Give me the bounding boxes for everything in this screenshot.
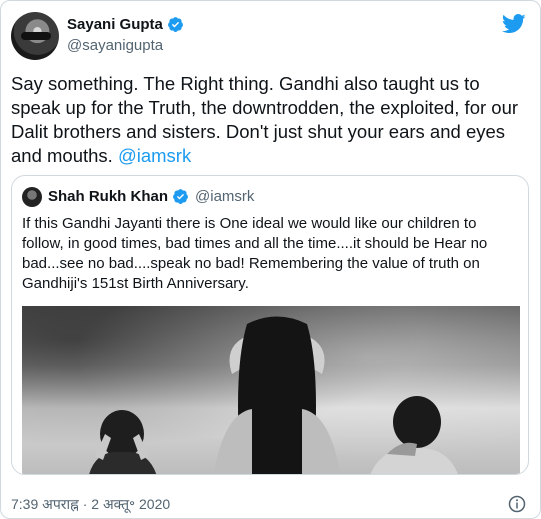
info-icon[interactable]: [508, 495, 526, 513]
girl-covering-eyes-figure: [213, 316, 341, 474]
tweet-text: Say something. The Right thing. Gandhi a…: [11, 72, 531, 168]
tweet-timestamp[interactable]: 7:39 अपराह्न · 2 अक्तू॰ 2020: [11, 495, 170, 514]
quoted-author-row: Shah Rukh Khan @iamsrk: [48, 188, 254, 205]
mention-link[interactable]: @iamsrk: [118, 145, 191, 166]
tweet-body: Say something. The Right thing. Gandhi a…: [11, 73, 519, 166]
child-covering-ears-figure: [89, 410, 157, 474]
verified-badge-icon: [167, 17, 183, 32]
quoted-author-avatar[interactable]: [22, 187, 42, 207]
verified-badge-icon: [173, 189, 188, 204]
tweet-card: Sayani Gupta @sayanigupta Say something.…: [0, 0, 541, 519]
quoted-author-handle[interactable]: @iamsrk: [195, 188, 254, 205]
quoted-tweet-image[interactable]: [22, 306, 520, 474]
quoted-tweet-text: If this Gandhi Jayanti there is One idea…: [22, 215, 488, 292]
author-display-name[interactable]: Sayani Gupta: [67, 16, 163, 33]
author-name-row: Sayani Gupta: [67, 16, 184, 33]
author-handle[interactable]: @sayanigupta: [67, 37, 163, 54]
quoted-tweet[interactable]: Shah Rukh Khan @iamsrk If this Gandhi Ja…: [11, 175, 529, 475]
child-covering-mouth-figure: [370, 396, 458, 474]
quoted-author-name[interactable]: Shah Rukh Khan: [48, 188, 168, 205]
twitter-bird-icon[interactable]: [502, 13, 526, 35]
author-avatar[interactable]: [11, 12, 59, 60]
